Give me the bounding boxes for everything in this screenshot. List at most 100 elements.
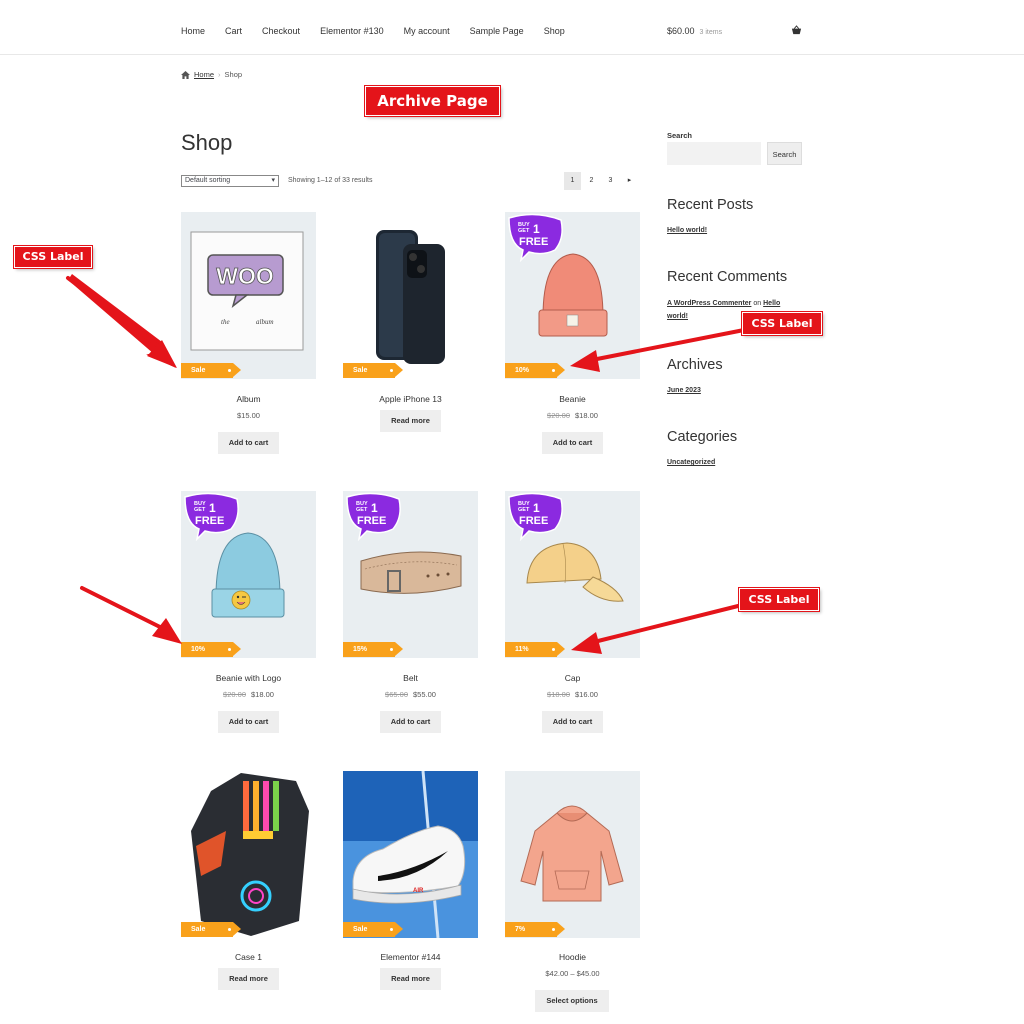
nav-checkout[interactable]: Checkout <box>262 26 300 36</box>
product-name[interactable]: Beanie with Logo <box>181 673 316 683</box>
price-old: $20.00 <box>223 690 246 699</box>
cart-total: $60.00 <box>667 26 695 36</box>
promo-one: 1 <box>209 501 216 515</box>
tag-text: Sale <box>191 926 206 933</box>
tag-text: 10% <box>515 367 530 374</box>
product-name[interactable]: Belt <box>343 673 478 683</box>
category-link[interactable]: Uncategorized <box>667 459 715 466</box>
album-illustration: WOO the album <box>190 231 304 351</box>
product-price: $18.00 $16.00 <box>505 690 640 699</box>
product-name[interactable]: Album <box>181 394 316 404</box>
promo-one: 1 <box>371 501 378 515</box>
iphone-illustration <box>376 230 445 364</box>
price-current: $42.00 – $45.00 <box>545 969 600 978</box>
product-image-elementor-144[interactable]: AIR Sale <box>343 771 478 938</box>
breadcrumb: Home › Shop <box>181 70 242 79</box>
header-cart[interactable]: $60.00 3 items <box>667 26 722 36</box>
product-price: $20.00 $18.00 <box>181 690 316 699</box>
price-current: $18.00 <box>251 690 274 699</box>
page-1[interactable]: 1 <box>564 172 581 190</box>
tag-text: 7% <box>515 926 526 933</box>
discount-label: 10% <box>181 642 241 657</box>
comment-author-link[interactable]: A WordPress Commenter <box>667 300 751 307</box>
promo-free: FREE <box>519 515 548 527</box>
album-caption-right: album <box>256 318 274 326</box>
product-name[interactable]: Case 1 <box>181 952 316 962</box>
product-price: $15.00 <box>181 411 316 420</box>
product-name[interactable]: Elementor #144 <box>343 952 478 962</box>
product-name[interactable]: Cap <box>505 673 640 683</box>
product-name[interactable]: Apple iPhone 13 <box>343 394 478 404</box>
bogo-promo-badge: BUY GET 1 FREE <box>346 492 401 541</box>
price-current: $16.00 <box>575 690 598 699</box>
categories-title: Categories <box>667 429 738 445</box>
price-current: $55.00 <box>413 690 436 699</box>
bogo-promo-badge: BUY GET 1 FREE <box>184 492 239 541</box>
arrow-3-shaft <box>80 586 164 630</box>
nav-elementor-130[interactable]: Elementor #130 <box>320 26 384 36</box>
recent-comments-title: Recent Comments <box>667 269 788 285</box>
read-more-button[interactable]: Read more <box>380 410 441 432</box>
chevron-down-icon: ▾ <box>271 177 275 184</box>
sort-value: Default sorting <box>185 177 231 184</box>
nav-cart[interactable]: Cart <box>225 26 242 36</box>
next-page-icon[interactable]: ▸ <box>621 172 638 190</box>
product-image-beanie[interactable]: BUY GET 1 FREE 10% <box>505 212 640 379</box>
archives-title: Archives <box>667 357 723 373</box>
tag-text: Sale <box>191 367 206 374</box>
add-to-cart-button[interactable]: Add to cart <box>218 711 279 733</box>
select-options-button[interactable]: Select options <box>535 990 609 1012</box>
basket-icon[interactable] <box>791 25 802 36</box>
read-more-button[interactable]: Read more <box>380 968 441 990</box>
product-price: $20.00 $18.00 <box>505 411 640 420</box>
page-3[interactable]: 3 <box>602 172 619 190</box>
breadcrumb-current: Shop <box>224 70 243 79</box>
arrow-1 <box>68 274 176 368</box>
breadcrumb-home[interactable]: Home <box>194 70 214 79</box>
page-title: Shop <box>181 130 233 155</box>
product-name[interactable]: Beanie <box>505 394 640 404</box>
read-more-button[interactable]: Read more <box>218 968 279 990</box>
discount-label: 7% <box>505 922 565 937</box>
promo-free: FREE <box>519 236 548 248</box>
promo-get: GET <box>518 228 530 234</box>
nav-home[interactable]: Home <box>181 26 205 36</box>
search-button[interactable]: Search <box>767 142 802 165</box>
price-old: $18.00 <box>547 690 570 699</box>
archive-link[interactable]: June 2023 <box>667 387 701 394</box>
sort-select[interactable]: Default sorting ▾ <box>181 175 279 187</box>
product-image-cap[interactable]: BUY GET 1 FREE 11% <box>505 491 640 658</box>
css-label-annotation-2: CSS Label <box>742 312 822 335</box>
pagination: 1 2 3 ▸ <box>564 172 638 190</box>
nav-my-account[interactable]: My account <box>404 26 450 36</box>
promo-get: GET <box>356 507 368 513</box>
bogo-promo-badge: BUY GET 1 FREE <box>508 213 563 262</box>
arrow-1-shaft <box>66 276 168 354</box>
tag-text: 10% <box>191 646 206 653</box>
product-image-album[interactable]: WOO the album Sale <box>181 212 316 379</box>
site-header: Home Cart Checkout Elementor #130 My acc… <box>0 0 1024 55</box>
arrow-1-head <box>147 340 177 368</box>
add-to-cart-button[interactable]: Add to cart <box>542 711 603 733</box>
product-image-beanie-with-logo[interactable]: BUY GET 1 FREE 10% <box>181 491 316 658</box>
primary-nav: Home Cart Checkout Elementor #130 My acc… <box>181 26 585 36</box>
nav-shop[interactable]: Shop <box>544 26 565 36</box>
add-to-cart-button[interactable]: Add to cart <box>542 432 603 454</box>
add-to-cart-button[interactable]: Add to cart <box>218 432 279 454</box>
home-icon <box>181 70 190 79</box>
product-image-hoodie[interactable]: 7% <box>505 771 640 938</box>
product-image-belt[interactable]: BUY GET 1 FREE 15% <box>343 491 478 658</box>
result-count: Showing 1–12 of 33 results <box>288 177 373 184</box>
price-old: $20.00 <box>547 411 570 420</box>
promo-one: 1 <box>533 222 540 236</box>
page-2[interactable]: 2 <box>583 172 600 190</box>
add-to-cart-button[interactable]: Add to cart <box>380 711 441 733</box>
promo-get: GET <box>194 507 206 513</box>
product-image-case[interactable]: Sale <box>181 771 316 938</box>
promo-free: FREE <box>195 515 224 527</box>
nav-sample-page[interactable]: Sample Page <box>470 26 524 36</box>
recent-post-link[interactable]: Hello world! <box>667 227 707 234</box>
search-input[interactable] <box>667 142 761 165</box>
product-image-iphone[interactable]: Sale <box>343 212 478 379</box>
product-name[interactable]: Hoodie <box>505 952 640 962</box>
